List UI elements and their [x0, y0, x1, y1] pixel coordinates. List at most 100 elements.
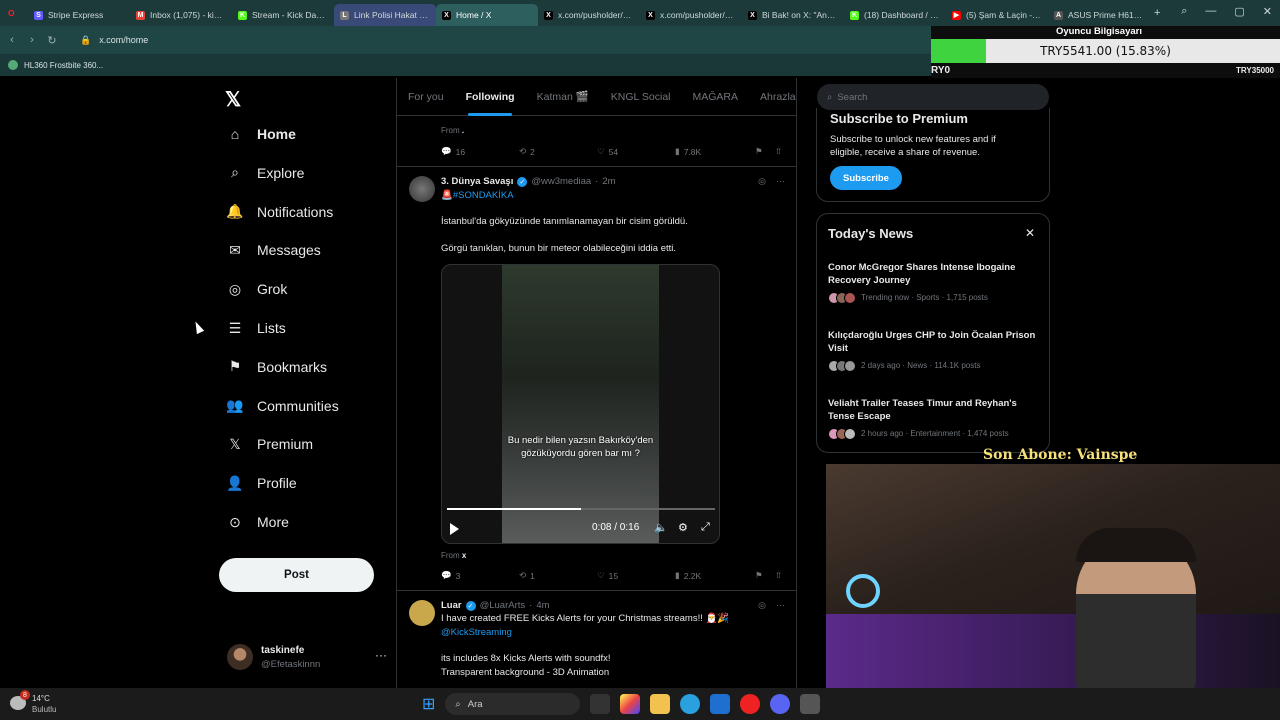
store-icon[interactable]: [710, 694, 731, 714]
mention-link[interactable]: @KickStreaming: [441, 627, 512, 638]
views-button[interactable]: ▮ 2.2K: [675, 570, 755, 581]
more-icon[interactable]: ···: [776, 176, 785, 187]
from-source[interactable]: x: [462, 551, 466, 560]
like-button[interactable]: ♡ 15: [597, 570, 675, 581]
browser-tab[interactable]: S Stripe Express: [28, 4, 130, 26]
windows-start-icon[interactable]: ⊞: [422, 694, 435, 714]
news-item[interactable]: Kılıçdaroğlu Urges CHP to Join Öcalan Pr…: [828, 329, 1038, 372]
grok-icon: ◎: [228, 280, 242, 297]
avatar[interactable]: [409, 600, 435, 626]
more-dots-icon[interactable]: ···: [375, 648, 387, 662]
bookmark-button[interactable]: ⚑: [755, 146, 775, 157]
views-button[interactable]: ▮ 7.8K: [675, 146, 755, 157]
sidebar-item-grok[interactable]: ◎ Grok: [227, 280, 287, 298]
news-headline: Veliaht Trailer Teases Timur and Reyhan'…: [828, 398, 1017, 423]
subscribe-button[interactable]: Subscribe: [830, 166, 902, 190]
task-view-icon[interactable]: [590, 694, 611, 714]
timeline-tab[interactable]: Ahrazlar: [749, 78, 796, 116]
app-icon[interactable]: [800, 694, 821, 714]
avatar[interactable]: [409, 176, 435, 202]
browser-tab[interactable]: X Bi Bak! on X: "Ankara'…: [742, 4, 844, 26]
sidebar-item-more[interactable]: ⊙ More: [227, 514, 289, 531]
url-input[interactable]: x.com/home: [99, 35, 148, 45]
sidebar-item-profile[interactable]: 👤 Profile: [226, 475, 296, 492]
bookmark-button[interactable]: ⚑: [755, 570, 775, 581]
x-logo-icon[interactable]: 𝕏: [225, 87, 241, 112]
news-item[interactable]: Conor McGregor Shares Intense Ibogaine R…: [828, 261, 1038, 304]
bookmark-item[interactable]: HL360 Frostbite 360...: [24, 61, 103, 70]
sidebar-item-communities[interactable]: 👥 Communities: [226, 397, 338, 414]
discord-icon[interactable]: [770, 694, 791, 714]
timeline-tab[interactable]: KNGL Social: [600, 78, 682, 116]
browser-tab[interactable]: M Inbox (1,075) - kickta…: [130, 4, 232, 26]
mute-icon[interactable]: 🔈: [654, 521, 668, 534]
hashtag-link[interactable]: 🚨#SONDAKİKA: [441, 190, 514, 201]
browser-tab[interactable]: K (18) Dashboard / Strea…: [844, 4, 946, 26]
file-explorer-icon[interactable]: [650, 694, 671, 714]
reply-button[interactable]: 💬 16: [441, 146, 519, 157]
repost-button[interactable]: ⟲ 2: [519, 146, 597, 157]
close-icon[interactable]: ✕: [1025, 226, 1035, 240]
browser-tab[interactable]: X Home / X: [436, 4, 538, 26]
tab-title: (18) Dashboard / Strea…: [864, 10, 940, 20]
repost-button[interactable]: ⟲ 1: [519, 570, 597, 581]
news-item[interactable]: Veliaht Trailer Teases Timur and Reyhan'…: [828, 397, 1038, 440]
browser-tab[interactable]: A ASUS Prime H610M-E…: [1048, 4, 1150, 26]
author-name[interactable]: 3. Dünya Savaşı: [441, 176, 513, 187]
video-progress-bar[interactable]: [447, 508, 715, 510]
browser-tab[interactable]: L Link Polisi Hakat v…: [334, 4, 436, 26]
like-button[interactable]: ♡ 54: [597, 146, 675, 157]
timeline-tab[interactable]: Katman 🎬: [526, 78, 600, 116]
grok-icon[interactable]: ◎: [758, 176, 766, 187]
share-button[interactable]: ⇧: [775, 146, 782, 157]
sidebar-item-bookmarks[interactable]: ⚑ Bookmarks: [227, 358, 327, 375]
back-icon[interactable]: ‹: [4, 34, 20, 46]
sidebar-item-home[interactable]: ⌂ Home: [227, 126, 296, 142]
author-handle[interactable]: @LuarArts: [480, 600, 526, 611]
new-tab-icon[interactable]: +: [1154, 7, 1160, 19]
browser-tab[interactable]: Xx.com/pusholder/statu…: [538, 4, 640, 26]
taskbar-search[interactable]: ⌕ Ara: [445, 693, 581, 715]
edge-icon[interactable]: [680, 694, 701, 714]
search-input[interactable]: ⌕ Search: [817, 84, 1049, 110]
share-button[interactable]: ⇧: [775, 570, 782, 581]
grok-icon[interactable]: ◎: [758, 600, 766, 611]
copilot-icon[interactable]: [620, 694, 641, 714]
timeline-tab[interactable]: For you: [397, 78, 455, 116]
timeline-tab[interactable]: Following: [455, 78, 526, 116]
tweet-time[interactable]: 2m: [602, 176, 615, 187]
post-button[interactable]: Post: [219, 558, 374, 592]
x-icon: 𝕏: [229, 435, 241, 452]
settings-icon[interactable]: ⚙: [678, 521, 688, 534]
browser-tab[interactable]: ▶ (5) Şam & Laçin - Ken…: [946, 4, 1048, 26]
browser-tab[interactable]: Xx.com/pusholder/statu…: [640, 4, 742, 26]
reload-icon[interactable]: ↻: [44, 34, 60, 47]
sidebar-item-explore[interactable]: ⌕ Explore: [227, 164, 304, 181]
reply-button[interactable]: 💬 3: [441, 570, 519, 581]
sidebar-item-messages[interactable]: ✉ Messages: [227, 242, 321, 259]
tweet[interactable]: 3. Dünya Savaşı ✓ @ww3mediaa · 2m ◎ ··· …: [397, 166, 796, 586]
timeline-tab[interactable]: MAĞARA: [682, 78, 750, 116]
maximize-icon[interactable]: ▢: [1234, 5, 1244, 18]
tweet-time[interactable]: 4m: [536, 600, 549, 611]
search-tabs-icon[interactable]: ⌕: [1181, 5, 1187, 18]
premium-card: Subscribe to Premium Subscribe to unlock…: [816, 108, 1050, 202]
opera-icon[interactable]: [740, 694, 761, 714]
sidebar-item-lists[interactable]: ☰ Lists: [227, 320, 286, 337]
forward-icon[interactable]: ›: [24, 34, 40, 46]
minimize-icon[interactable]: —: [1205, 5, 1216, 18]
sidebar-item-notifications[interactable]: 🔔 Notifications: [226, 203, 333, 220]
more-icon[interactable]: ···: [776, 600, 785, 611]
play-icon[interactable]: [450, 523, 459, 535]
browser-tab[interactable]: K Stream - Kick Dashboa…: [232, 4, 334, 26]
from-source[interactable]: .: [462, 126, 464, 135]
author-name[interactable]: Luar: [441, 600, 462, 611]
author-handle[interactable]: @ww3mediaa: [531, 176, 591, 187]
video-player[interactable]: Bu nedir bilen yazsın Bakırköy'den gözük…: [441, 264, 720, 544]
close-icon[interactable]: ✕: [1263, 5, 1272, 18]
fullscreen-icon[interactable]: ⤢: [701, 521, 710, 534]
sidebar-item-premium[interactable]: 𝕏 Premium: [227, 435, 313, 453]
opera-logo-icon[interactable]: O: [8, 8, 22, 18]
account-switcher[interactable]: taskinefe @Efetaskinnn ···: [227, 642, 387, 674]
tweet[interactable]: Luar ✓ @LuarArts · 4m ◎ ··· I have creat…: [397, 590, 796, 688]
